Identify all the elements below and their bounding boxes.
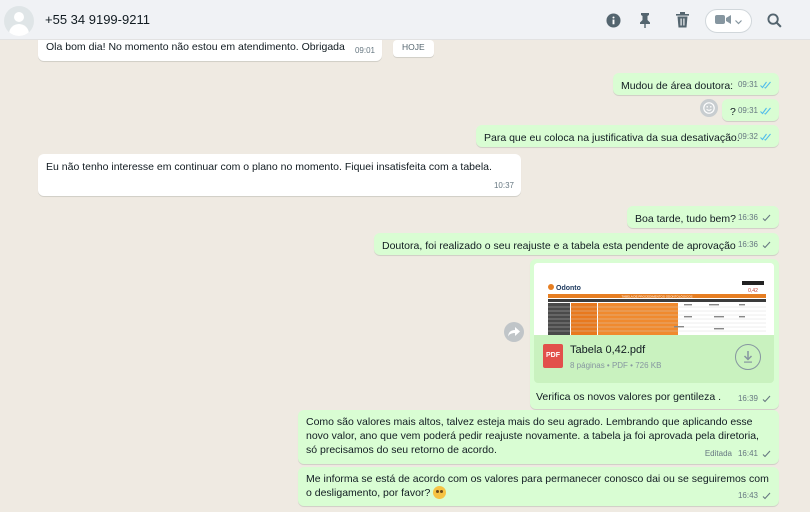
file-info: 8 páginas • PDF • 726 KB: [570, 361, 662, 370]
double-check-read-icon: [760, 81, 771, 89]
message-meta: 09:31: [738, 78, 772, 92]
smiley-icon: [703, 102, 715, 114]
check-sent-icon: [762, 492, 771, 500]
check-sent-icon: [762, 450, 771, 458]
message-meta: 16:43: [738, 489, 772, 503]
message-meta: Editada 16:41: [705, 447, 772, 461]
download-button[interactable]: [735, 344, 761, 370]
edited-label: Editada: [704, 449, 732, 458]
message-outgoing[interactable]: Boa tarde, tudo bem? 16:36: [627, 206, 779, 228]
pleading-face-emoji-icon: [433, 486, 447, 499]
message-meta: 09:31: [738, 104, 772, 118]
pdf-file-icon: PDF: [543, 344, 563, 368]
message-meta: 10:37: [493, 181, 514, 190]
chevron-down-icon: [735, 12, 742, 30]
message-text: Ola bom dia! No momento não estou em ate…: [46, 41, 345, 53]
message-outgoing[interactable]: Para que eu coloca na justificativa da s…: [476, 125, 779, 147]
message-document[interactable]: Odonto 0,42 TABELA DE PROCEDIMENTOS ODON…: [530, 259, 779, 409]
message-text: ?: [730, 106, 736, 118]
delete-icon[interactable]: [672, 10, 692, 30]
message-text: Mudou de área doutora:: [621, 80, 734, 92]
message-text: Boa tarde, tudo bem?: [635, 213, 736, 225]
message-text: Doutora, foi realizado o seu reajuste e …: [382, 240, 736, 252]
message-outgoing[interactable]: Como são valores mais altos, talvez este…: [298, 410, 779, 464]
message-text: Para que eu coloca na justificativa da s…: [484, 132, 740, 144]
video-call-icon: [715, 12, 731, 30]
double-check-read-icon: [760, 133, 771, 141]
file-name: Tabela 0,42.pdf: [570, 344, 646, 356]
document-file[interactable]: PDF Tabela 0,42.pdf 8 páginas • PDF • 72…: [534, 335, 774, 383]
check-sent-icon: [762, 214, 771, 222]
forward-button[interactable]: [504, 322, 524, 342]
document-thumbnail[interactable]: Odonto 0,42 TABELA DE PROCEDIMENTOS ODON…: [534, 263, 774, 335]
contact-avatar[interactable]: [4, 6, 34, 36]
double-check-read-icon: [760, 107, 771, 115]
message-incoming[interactable]: Ola bom dia! No momento não estou em ate…: [38, 40, 382, 61]
message-meta: 16:36: [738, 211, 772, 225]
thumb-brand: Odonto: [556, 285, 581, 292]
message-text: Como são valores mais altos, talvez este…: [306, 416, 759, 456]
check-sent-icon: [762, 395, 771, 403]
video-call-button[interactable]: [705, 9, 752, 33]
check-sent-icon: [762, 241, 771, 249]
contact-name[interactable]: +55 34 9199-9211: [45, 12, 150, 27]
download-icon: [743, 351, 753, 363]
message-incoming[interactable]: Eu não tenho interesse em continuar com …: [38, 154, 521, 196]
message-text: Me informa se está de acordo com os valo…: [306, 473, 769, 499]
message-meta: 09:32: [738, 130, 772, 144]
forward-icon: [508, 327, 520, 337]
thumb-badge: 0,42: [748, 288, 758, 294]
message-meta: 09:01: [354, 46, 375, 55]
message-outgoing[interactable]: Me informa se está de acordo com os valo…: [298, 467, 779, 506]
pin-icon[interactable]: [635, 10, 655, 30]
thumb-heading: TABELA DE PROCEDIMENTOS ODONTOLÓGICOS: [621, 294, 692, 299]
emoji-reaction-button[interactable]: [700, 99, 718, 117]
message-text: Eu não tenho interesse em continuar com …: [46, 161, 492, 173]
date-divider: HOJE: [393, 40, 434, 57]
info-icon[interactable]: [603, 10, 623, 30]
message-meta: 16:39: [738, 392, 772, 406]
chat-header: +55 34 9199-9211: [0, 0, 810, 40]
message-outgoing[interactable]: Mudou de área doutora: 09:31: [613, 73, 779, 95]
message-outgoing[interactable]: ? 09:31: [722, 99, 779, 121]
chat-pane[interactable]: Ola bom dia! No momento não estou em ate…: [0, 40, 810, 512]
message-text: Verifica os novos valores por gentileza …: [536, 391, 722, 403]
message-meta: 16:36: [738, 238, 772, 252]
search-icon[interactable]: [764, 10, 784, 30]
message-outgoing[interactable]: Doutora, foi realizado o seu reajuste e …: [374, 233, 779, 255]
